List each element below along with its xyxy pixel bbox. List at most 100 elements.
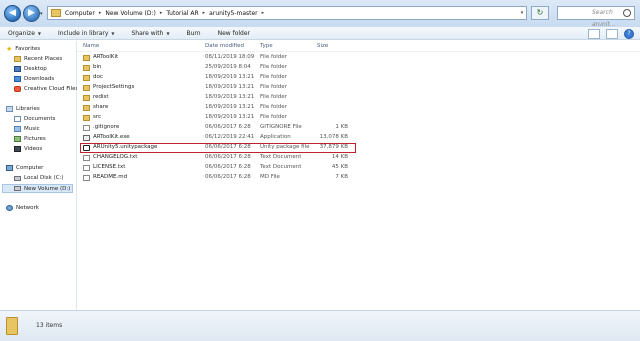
table-row[interactable]: redist 18/09/2019 13:21 File folder [77, 94, 377, 103]
preview-pane-icon[interactable] [606, 29, 618, 39]
file-type: File folder [260, 54, 287, 60]
breadcrumb: Computer ▸ New Volume (D:) ▸ Tutorial AR ▸ … [65, 9, 265, 17]
folder-icon [6, 317, 18, 335]
chevron-down-icon[interactable]: ▾ [518, 10, 526, 16]
file-size: 13,078 KB [319, 134, 348, 140]
nav-network[interactable]: Network [6, 205, 39, 211]
chevron-down-icon: ▼ [111, 30, 115, 36]
nav-pictures[interactable]: Pictures [14, 136, 46, 142]
column-header-name[interactable]: Name [83, 43, 99, 49]
music-icon [14, 126, 21, 132]
table-row[interactable]: ARToolKit 08/11/2019 18:09 File folder [77, 54, 377, 63]
table-row[interactable]: README.md 06/06/2017 6:28 MD File 7 KB [77, 174, 377, 183]
file-name: redist [93, 94, 109, 100]
file-name: share [93, 104, 109, 110]
help-icon[interactable]: ? [624, 29, 634, 39]
table-row[interactable]: ProjectSettings 18/09/2019 13:21 File fold… [77, 84, 377, 93]
file-type: File folder [260, 84, 287, 90]
search-input[interactable]: Search arunit... [557, 6, 635, 28]
burn-button[interactable]: Burn [187, 30, 201, 37]
pictures-icon [14, 136, 21, 142]
nav-computer[interactable]: Computer [6, 165, 43, 171]
share-with-menu[interactable]: Share with ▼ [131, 30, 169, 37]
nav-music[interactable]: Music [14, 126, 40, 132]
creative-cloud-icon [14, 86, 21, 92]
back-button[interactable]: ◀ [4, 5, 21, 22]
table-row[interactable]: share 18/09/2019 13:21 File folder [77, 104, 377, 113]
folder-icon [83, 115, 90, 121]
file-type: File folder [260, 64, 287, 70]
crumb-tutorial-ar[interactable]: Tutorial AR [166, 10, 198, 17]
nav-libraries[interactable]: Libraries [6, 106, 40, 112]
command-bar: Organize ▼ Include in library ▼ Share with… [0, 27, 640, 40]
table-row[interactable]: LICENSE.txt 06/06/2017 6:28 Text Document 4… [77, 164, 377, 173]
file-name: README.md [93, 174, 128, 180]
crumb-new-volume[interactable]: New Volume (D:) [105, 10, 156, 17]
network-icon [6, 205, 13, 211]
file-date: 08/11/2019 18:09 [205, 54, 255, 60]
include-in-library-menu[interactable]: Include in library ▼ [58, 30, 115, 37]
view-options-icon[interactable] [588, 29, 600, 39]
folder-icon [83, 85, 90, 91]
file-type: File folder [260, 94, 287, 100]
file-date: 06/06/2017 6:28 [205, 124, 251, 130]
column-header-date[interactable]: Date modified [205, 43, 244, 49]
file-date: 18/09/2019 13:21 [205, 104, 255, 110]
recent-places-icon [14, 56, 21, 62]
nav-recent-places[interactable]: Recent Places [14, 56, 62, 62]
videos-icon [14, 146, 21, 152]
folder-icon [83, 105, 90, 111]
nav-local-disk[interactable]: Local Disk (C:) [14, 175, 64, 181]
nav-new-volume[interactable]: New Volume (D:) [2, 184, 73, 193]
file-name: ProjectSettings [93, 84, 135, 90]
table-row[interactable]: ARToolKit.exe 06/12/2019 22:41 Application… [77, 134, 377, 143]
header-divider [77, 51, 640, 52]
nav-desktop[interactable]: Desktop [14, 66, 47, 72]
address-bar-area: ◀ ▶ ▾ Computer ▸ New Volume (D:) ▸ Tutoria… [0, 0, 640, 28]
folder-icon [83, 65, 90, 71]
organize-menu[interactable]: Organize ▼ [8, 30, 41, 37]
forward-button[interactable]: ▶ [23, 5, 40, 22]
search-icon [623, 9, 631, 17]
file-date: 06/06/2017 6:28 [205, 164, 251, 170]
file-name: bin [93, 64, 102, 70]
address-field[interactable]: Computer ▸ New Volume (D:) ▸ Tutorial AR ▸ … [47, 6, 527, 20]
file-name: LICENSE.txt [93, 164, 126, 170]
item-count: 13 items [36, 322, 63, 329]
file-name: .gitignore [93, 124, 120, 130]
table-row[interactable]: src 18/09/2019 13:21 File folder [77, 114, 377, 123]
drive-icon [14, 175, 21, 181]
file-date: 18/09/2019 13:21 [205, 84, 255, 90]
table-row[interactable]: doc 18/09/2019 13:21 File folder [77, 74, 377, 83]
table-row[interactable]: .gitignore 06/06/2017 6:28 GITIGNORE File 1… [77, 124, 377, 133]
file-date: 18/09/2019 13:21 [205, 74, 255, 80]
folder-icon [83, 75, 90, 81]
column-header-size[interactable]: Size [317, 43, 328, 49]
documents-icon [14, 116, 21, 122]
file-type: Text Document [260, 164, 302, 170]
refresh-button[interactable]: ↻ [531, 6, 549, 20]
recent-pages-icon[interactable]: ▾ [40, 11, 43, 17]
file-size: 45 KB [331, 164, 348, 170]
crumb-arunity5-master[interactable]: arunity5-master [209, 10, 257, 17]
star-icon: ★ [6, 45, 13, 53]
table-row[interactable]: bin 25/09/2019 8:04 File folder [77, 64, 377, 73]
nav-documents[interactable]: Documents [14, 116, 55, 122]
nav-videos[interactable]: Videos [14, 146, 42, 152]
folder-icon [83, 95, 90, 101]
file-name: src [93, 114, 102, 120]
file-date: 06/12/2019 22:41 [205, 134, 255, 140]
table-row[interactable]: CHANGELOG.txt 06/06/2017 6:28 Text Documen… [77, 154, 377, 163]
nav-creative-cloud[interactable]: Creative Cloud Files [14, 86, 78, 92]
nav-favorites[interactable]: ★ Favorites [6, 45, 40, 53]
downloads-icon [14, 76, 21, 82]
file-type: File folder [260, 114, 287, 120]
new-folder-button[interactable]: New folder [218, 30, 250, 37]
computer-icon [6, 165, 13, 171]
nav-downloads[interactable]: Downloads [14, 76, 54, 82]
column-header-type[interactable]: Type [260, 43, 273, 49]
file-icon [83, 155, 90, 161]
file-name: ARToolKit.exe [93, 134, 130, 140]
crumb-computer[interactable]: Computer [65, 10, 95, 17]
file-name: doc [93, 74, 103, 80]
